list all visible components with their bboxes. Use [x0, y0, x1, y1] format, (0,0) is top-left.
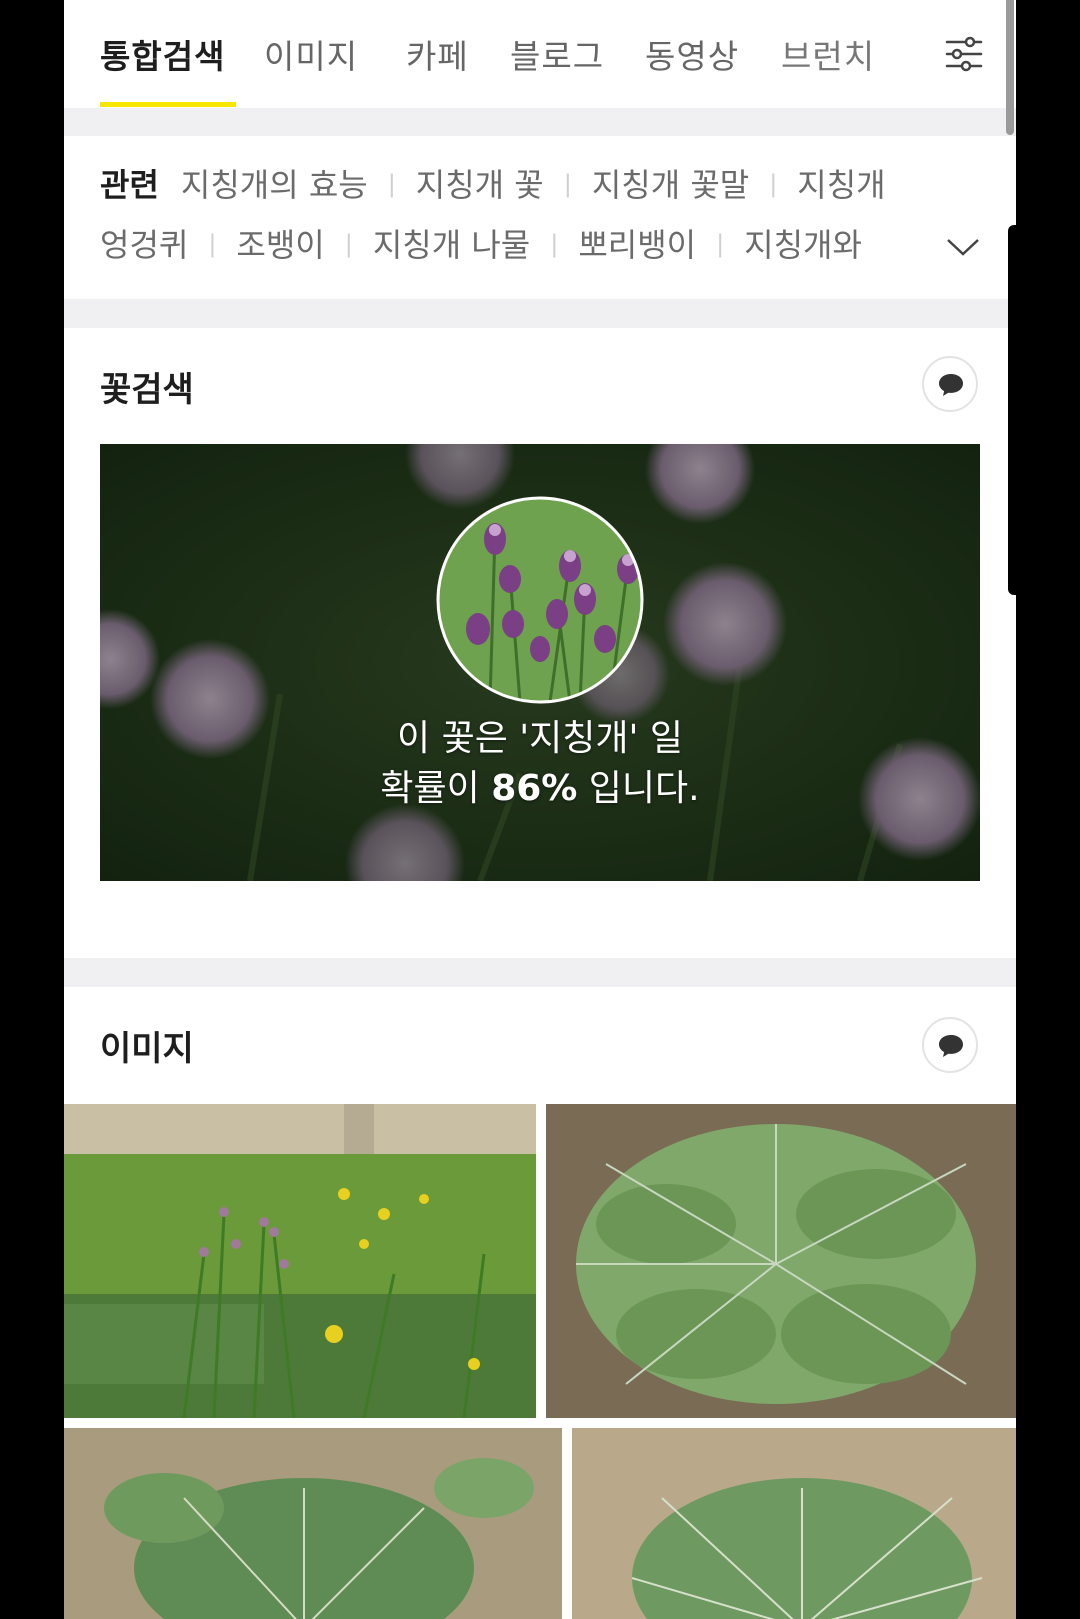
talk-bubble-icon — [939, 1035, 963, 1057]
image-result-2[interactable] — [546, 1104, 1016, 1418]
related-row-1: 관련 지칭개의 효능 | 지칭개 꽃 | 지칭개 꽃말 | 지칭개 — [100, 160, 886, 206]
rosette-leaves-photo — [546, 1104, 1016, 1418]
scrollbar-thumb[interactable] — [1006, 0, 1014, 135]
related-item[interactable]: 지칭개와 — [744, 220, 862, 266]
search-results-page: 통합검색 이미지 카페 블로그 동영상 브런치 관련 지칭개의 효능 | 지칭개 꽃 |… — [64, 0, 1016, 1619]
search-tabs: 통합검색 이미지 카페 블로그 동영상 브런치 — [64, 0, 1016, 108]
flower-result-line-2: 확률이 86% 입니다. — [100, 764, 980, 814]
tab-cafe[interactable]: 카페 — [406, 30, 469, 78]
related-item[interactable]: 지칭개의 효능 — [181, 160, 368, 206]
related-item[interactable]: 지칭개 꽃말 — [592, 160, 749, 206]
flower-result-line-1: 이 꽃은 '지칭개' 일 — [397, 718, 683, 759]
talk-button[interactable] — [922, 356, 978, 412]
probability-suffix: 입니다. — [577, 768, 700, 809]
related-item[interactable]: 엉겅퀴 — [100, 220, 188, 266]
image-result-1[interactable] — [64, 1104, 536, 1418]
related-item[interactable]: 지칭개 꽃 — [416, 160, 544, 206]
leaves-on-soil-photo — [64, 1428, 562, 1619]
flower-search-section: 꽃검색 이 꽃은 '지칭개' 일 확률이 86% 입니다. — [64, 328, 1016, 958]
section-title: 이미지 — [100, 1029, 194, 1069]
edge-panel-handle[interactable] — [1008, 225, 1018, 595]
section-title: 꽃검색 — [100, 370, 194, 410]
talk-button[interactable] — [922, 1017, 978, 1073]
flower-background-photo — [100, 444, 980, 881]
related-searches: 관련 지칭개의 효능 | 지칭개 꽃 | 지칭개 꽃말 | 지칭개 엉겅퀴 | 조뱅이 | 지칭개 나… — [64, 136, 1016, 299]
row-fade — [884, 216, 944, 276]
rosette-on-dirt-photo — [572, 1428, 1016, 1619]
chevron-down-icon[interactable] — [944, 232, 982, 262]
related-row-2: 엉겅퀴 | 조뱅이 | 지칭개 나물 | 뽀리뱅이 | 지칭개와 — [100, 220, 862, 266]
active-tab-indicator — [100, 102, 236, 107]
image-section: 이미지 — [64, 987, 1016, 1619]
tab-video[interactable]: 동영상 — [645, 30, 739, 78]
probability-value: 86% — [491, 768, 578, 809]
image-result-4[interactable] — [572, 1428, 1016, 1619]
talk-bubble-icon — [939, 374, 963, 396]
tab-integrated[interactable]: 통합검색 — [100, 30, 225, 78]
related-item[interactable]: 뽀리뱅이 — [578, 220, 696, 266]
tab-blog[interactable]: 블로그 — [510, 30, 604, 78]
related-item[interactable]: 지칭개 나물 — [373, 220, 530, 266]
related-item[interactable]: 지칭개 — [797, 160, 885, 206]
tab-images[interactable]: 이미지 — [264, 30, 358, 78]
filter-icon[interactable] — [944, 34, 984, 74]
related-heading: 관련 — [100, 166, 159, 204]
probability-prefix: 확률이 — [380, 768, 492, 809]
tab-brunch[interactable]: 브런치 — [781, 30, 875, 78]
image-result-3[interactable] — [64, 1428, 562, 1619]
riverside-plants-photo — [64, 1104, 536, 1418]
related-item[interactable]: 조뱅이 — [236, 220, 324, 266]
flower-result-card[interactable]: 이 꽃은 '지칭개' 일 확률이 86% 입니다. — [100, 444, 980, 881]
